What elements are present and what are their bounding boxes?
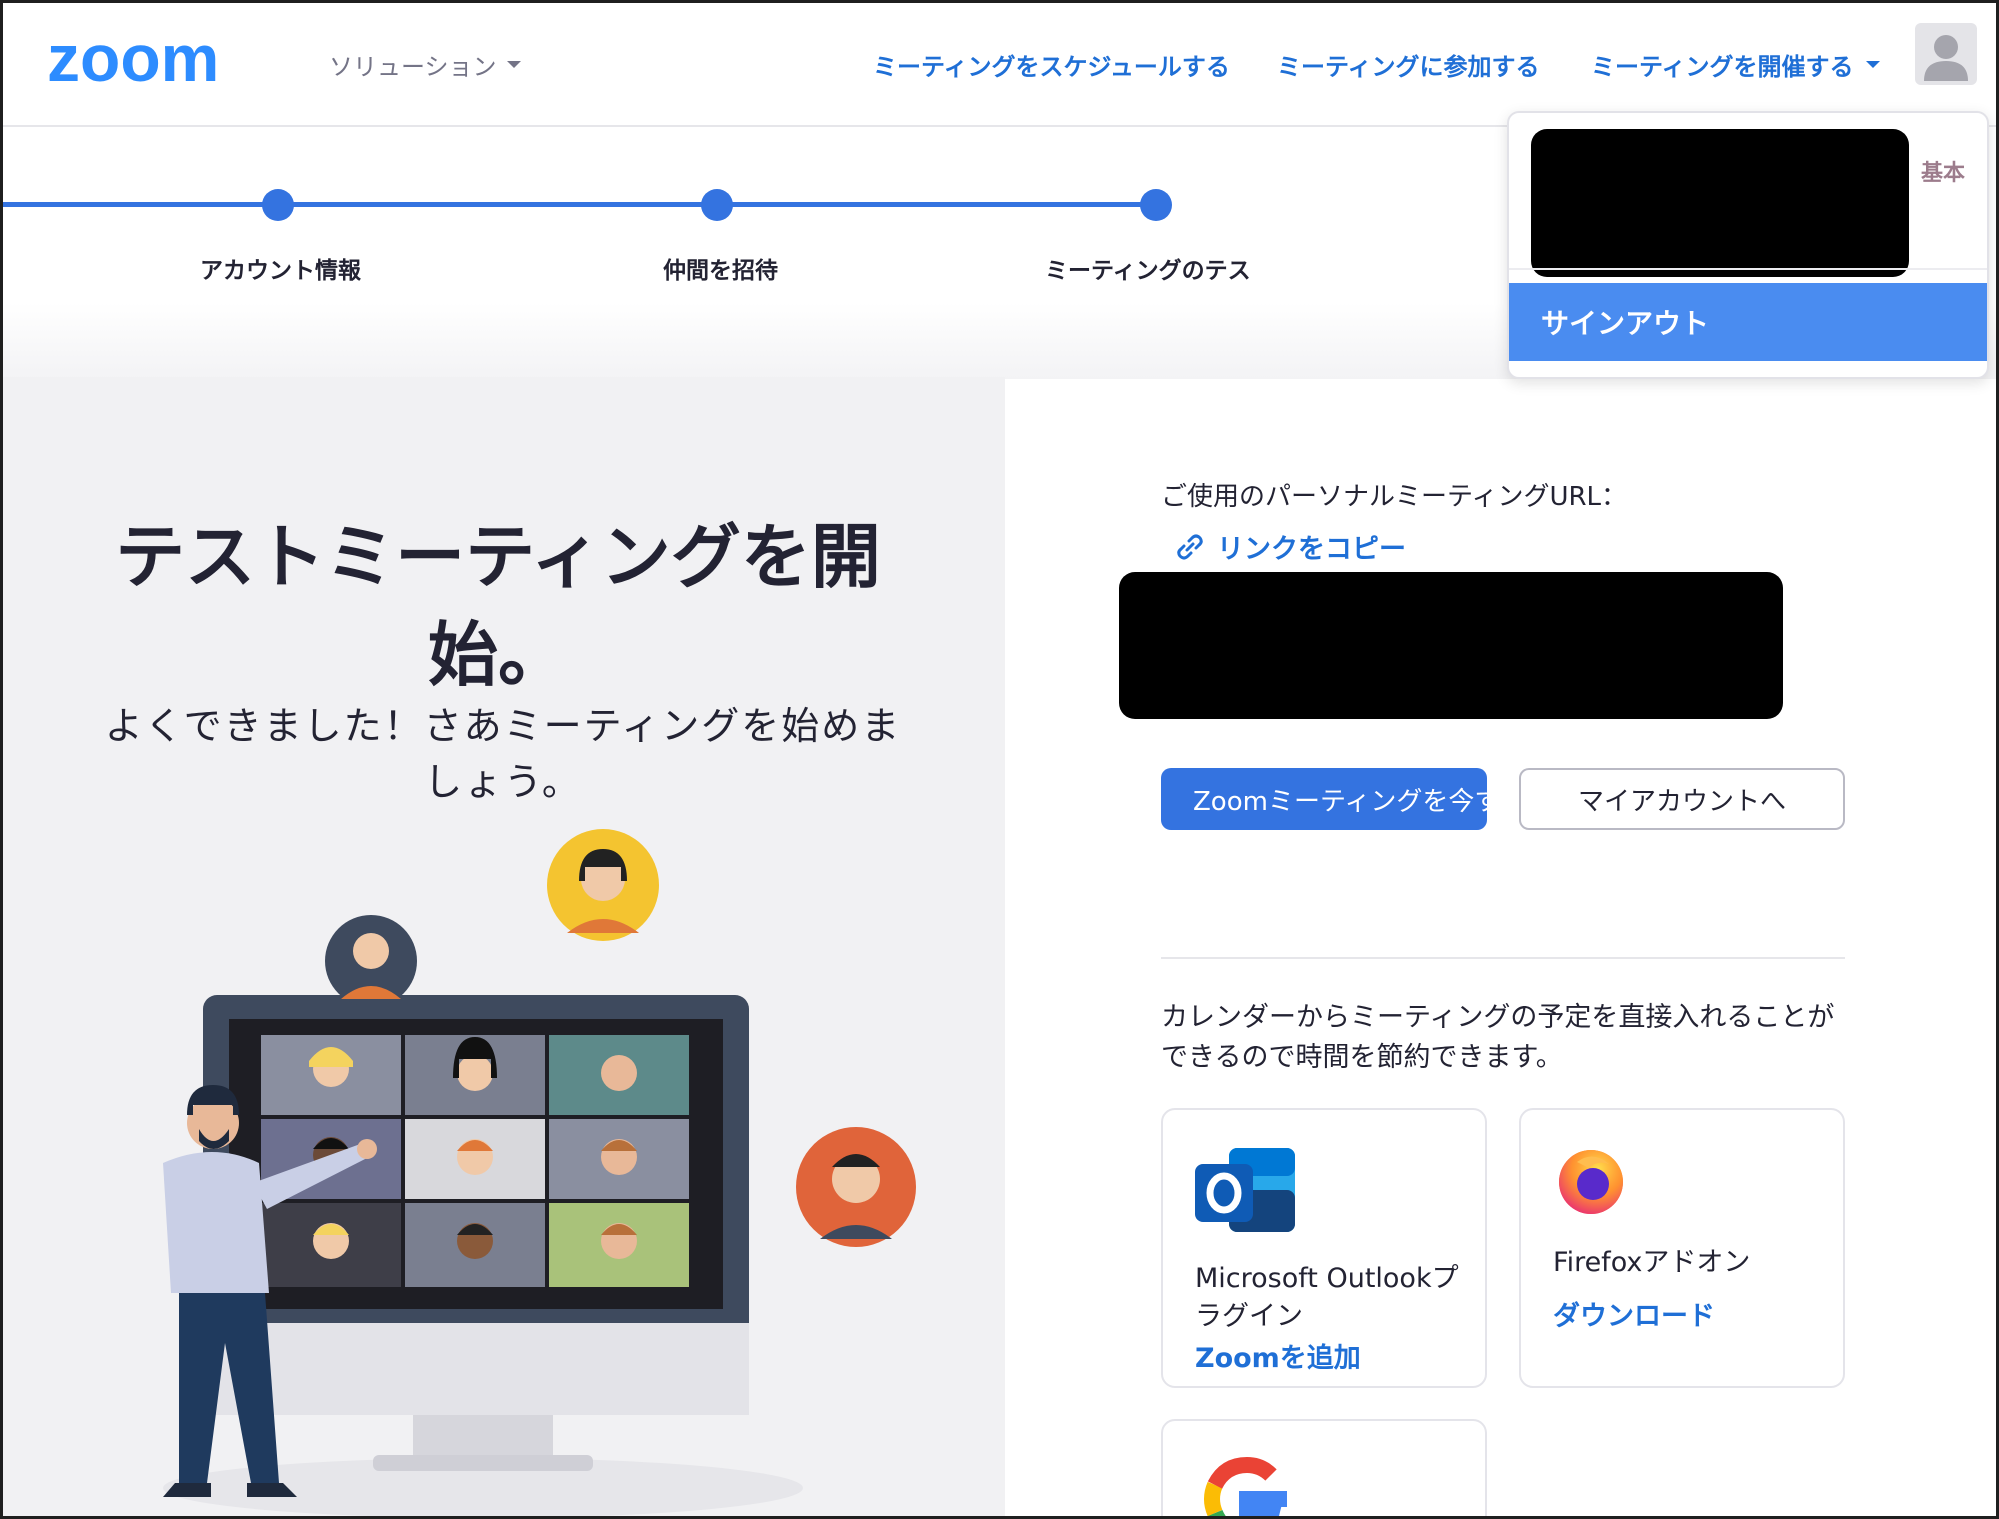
step-label-test: ミーティングのテス <box>1045 258 1251 284</box>
profile-dropdown-menu: 基本 サインアウト <box>1507 111 1989 379</box>
dropdown-divider <box>1509 268 1987 270</box>
sign-out-button[interactable]: サインアウト <box>1509 283 1987 361</box>
outlook-plugin-card: Microsoft Outlookプ ラグイン Zoomを追加 <box>1161 1108 1487 1388</box>
hero-subtitle: よくできました！さあミーティングを始めま しょう。 <box>93 698 913 810</box>
video-meeting-illustration <box>163 829 916 1516</box>
zoom-logo-icon: zoom <box>47 21 219 95</box>
calendar-description: カレンダーからミーティングの予定を直接入れることが できるので時間を節約できます… <box>1161 998 1861 1078</box>
step-label-account: アカウント情報 <box>200 258 361 284</box>
my-account-button[interactable]: マイアカウントへ <box>1519 768 1845 830</box>
nav-host-label: ミーティングを開催する <box>1591 53 1854 81</box>
firefox-card-title-line1: Firefoxアドオン <box>1553 1247 1751 1278</box>
nav-host-menu[interactable]: ミーティングを開催する <box>1591 47 1880 82</box>
link-icon <box>1177 534 1203 559</box>
calendar-description-line1: カレンダーからミーティングの予定を直接入れることが <box>1161 1002 1835 1033</box>
calendar-description-line2: できるので時間を節約できます。 <box>1161 1042 1563 1073</box>
outlook-card-title: Microsoft Outlookプ ラグイン <box>1195 1260 1459 1336</box>
redacted-url-block <box>1119 572 1783 719</box>
step-label-invite: 仲間を招待 <box>663 258 778 284</box>
personal-url-label: ご使用のパーソナルミーティングURL： <box>1161 482 1628 512</box>
section-divider <box>1161 957 1845 959</box>
firefox-icon <box>1559 1150 1623 1214</box>
step-dot-invite <box>701 189 733 221</box>
hero-title: テストミーティングを開 始。 <box>83 508 913 704</box>
hero-subtitle-line2: しょう。 <box>424 760 582 804</box>
plan-badge: 基本 <box>1921 161 1966 186</box>
svg-text:zoom: zoom <box>47 29 219 89</box>
firefox-addon-card: Firefoxアドオン ダウンロード <box>1519 1108 1845 1388</box>
hero-title-line1: テストミーティングを開 <box>115 516 881 598</box>
nav-join-link[interactable]: ミーティングに参加する <box>1277 47 1540 82</box>
redacted-profile-block <box>1531 129 1909 277</box>
hero-subtitle-line1: よくできました！さあミーティングを始めま <box>104 704 902 748</box>
outlook-card-title-line2: ラグイン <box>1195 1301 1303 1332</box>
step-dot-test <box>1140 189 1172 221</box>
nav-solutions-menu[interactable]: ソリューション <box>329 47 521 82</box>
google-calendar-card <box>1161 1419 1487 1516</box>
google-icon <box>1204 1456 1287 1516</box>
outlook-add-zoom-link[interactable]: Zoomを追加 <box>1195 1336 1361 1375</box>
page-frame: zoom ソリューション ミーティングをスケジュールする ミーティングに参加する… <box>0 0 1999 1519</box>
copy-link-label: リンクをコピー <box>1217 534 1406 565</box>
user-avatar-icon <box>1924 35 1968 81</box>
stepper-progress-line <box>3 202 1157 207</box>
user-avatar[interactable] <box>1915 23 1977 85</box>
copy-link-button[interactable]: リンクをコピー <box>1175 527 1406 566</box>
top-header: zoom ソリューション ミーティングをスケジュールする ミーティングに参加する… <box>3 3 1996 127</box>
step-dot-account <box>262 189 294 221</box>
zoom-logo[interactable]: zoom <box>47 21 267 95</box>
nav-solutions-label: ソリューション <box>329 53 497 81</box>
firefox-card-title: Firefoxアドオン <box>1553 1244 1750 1282</box>
firefox-download-link[interactable]: ダウンロード <box>1553 1294 1715 1333</box>
outlook-icon <box>1195 1148 1295 1232</box>
hero-title-line2: 始。 <box>428 614 568 696</box>
chevron-down-icon <box>1865 61 1880 68</box>
outlook-card-title-line1: Microsoft Outlookプ <box>1195 1263 1459 1294</box>
nav-schedule-link[interactable]: ミーティングをスケジュールする <box>873 47 1230 82</box>
start-meeting-button[interactable]: Zoomミーティングを今すぐ開始 <box>1161 768 1487 830</box>
chevron-down-icon <box>506 61 521 68</box>
